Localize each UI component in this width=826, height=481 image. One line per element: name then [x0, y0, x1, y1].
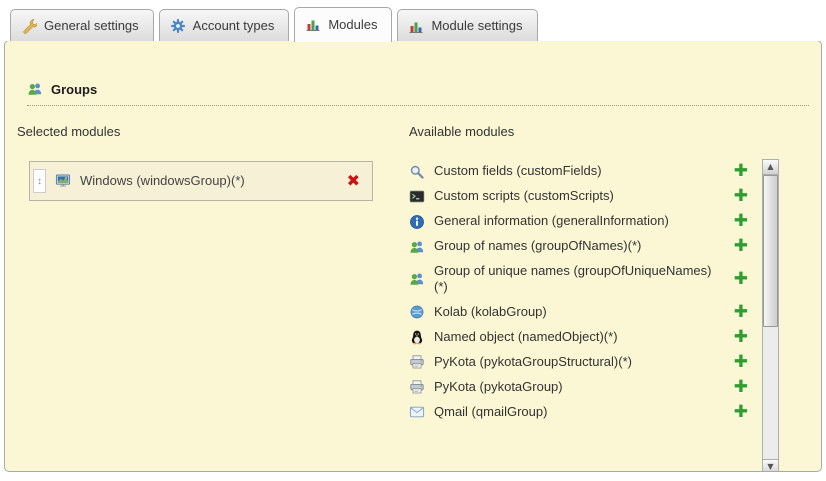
available-module-row: Custom fields (customFields) ✚ [407, 159, 762, 184]
module-label: Qmail (qmailGroup) [434, 404, 725, 420]
tab-label: Account types [193, 18, 275, 33]
available-module-row: PyKota (pykotaGroupStructural)(*) ✚ [407, 350, 762, 375]
tab-label: Modules [328, 17, 377, 32]
section-heading: Groups [27, 81, 809, 106]
available-module-row: General information (generalInformation)… [407, 209, 762, 234]
add-module-button[interactable]: ✚ [734, 238, 748, 255]
scrollbar-up-button[interactable]: ▲ [763, 160, 778, 175]
available-module-row: Group of names (groupOfNames)(*) ✚ [407, 234, 762, 259]
available-module-row: Kolab (kolabGroup) ✚ [407, 300, 762, 325]
available-module-row: PyKota (pykotaGroup) ✚ [407, 375, 762, 400]
group-icon [409, 271, 425, 287]
available-modules-area: Custom fields (customFields)✚Custom scri… [407, 159, 779, 472]
add-module-button[interactable]: ✚ [734, 304, 748, 321]
available-modules-heading: Available modules [409, 124, 779, 139]
modules-panel: Groups Selected modules ↕ Windows (window… [4, 40, 822, 472]
available-modules-list: Custom fields (customFields)✚Custom scri… [407, 159, 762, 472]
available-module-row: Named object (namedObject)(*) ✚ [407, 325, 762, 350]
module-label: Group of unique names (groupOfUniqueName… [434, 263, 725, 296]
selected-modules-list: ↕ Windows (windowsGroup)(*) ✖ [29, 161, 373, 201]
section-title: Groups [51, 82, 97, 97]
scrollbar-down-button[interactable]: ▼ [763, 459, 778, 472]
penguin-icon [409, 329, 425, 345]
add-module-button[interactable]: ✚ [734, 188, 748, 205]
group-icon [409, 239, 425, 255]
add-module-button[interactable]: ✚ [734, 213, 748, 230]
add-module-button[interactable]: ✚ [734, 379, 748, 396]
kolab-icon [409, 304, 425, 320]
account-types-icon [170, 18, 186, 34]
available-module-row: Qmail (qmailGroup) ✚ [407, 400, 762, 425]
tab-label: General settings [44, 18, 139, 33]
selected-module-row: ↕ Windows (windowsGroup)(*) ✖ [30, 162, 372, 200]
module-label: Named object (namedObject)(*) [434, 329, 725, 345]
module-label: Group of names (groupOfNames)(*) [434, 238, 725, 254]
printer-icon [409, 379, 425, 395]
wrench-icon [21, 18, 37, 34]
add-module-button[interactable]: ✚ [734, 329, 748, 346]
add-module-button[interactable]: ✚ [734, 271, 748, 288]
drag-handle-icon[interactable]: ↕ [33, 169, 46, 193]
module-label: General information (generalInformation) [434, 213, 725, 229]
selected-modules-column: Selected modules ↕ Windows (windowsGroup)… [15, 124, 407, 472]
terminal-icon [409, 189, 425, 205]
tab-bar: General settings Account types Modules M… [0, 0, 826, 41]
available-modules-column: Available modules Custom fields (customF… [407, 124, 811, 472]
tab-account-types[interactable]: Account types [159, 9, 290, 41]
module-label: Windows (windowsGroup)(*) [80, 173, 336, 189]
module-columns: Selected modules ↕ Windows (windowsGroup)… [15, 124, 811, 472]
printer-icon [409, 354, 425, 370]
add-module-button[interactable]: ✚ [734, 354, 748, 371]
tab-modules[interactable]: Modules [294, 7, 392, 42]
available-module-row: Custom scripts (customScripts) ✚ [407, 184, 762, 209]
modules-chart-icon [408, 18, 424, 34]
module-label: Custom scripts (customScripts) [434, 188, 725, 204]
modules-chart-icon [305, 16, 321, 32]
add-module-button[interactable]: ✚ [734, 404, 748, 421]
module-label: Kolab (kolabGroup) [434, 304, 725, 320]
scrollbar[interactable]: ▲ ▼ [762, 159, 779, 472]
magnifier-icon [409, 164, 425, 180]
scrollbar-track[interactable] [763, 175, 778, 459]
windows-icon [55, 173, 71, 189]
remove-module-button[interactable]: ✖ [345, 173, 362, 189]
group-icon [27, 81, 43, 97]
module-label: Custom fields (customFields) [434, 163, 725, 179]
available-module-row: Group of unique names (groupOfUniqueName… [407, 259, 762, 300]
selected-modules-heading: Selected modules [17, 124, 407, 139]
mail-icon [409, 404, 425, 420]
add-module-button[interactable]: ✚ [734, 163, 748, 180]
tab-label: Module settings [431, 18, 522, 33]
module-label: PyKota (pykotaGroupStructural)(*) [434, 354, 725, 370]
tab-general-settings[interactable]: General settings [10, 9, 154, 41]
scrollbar-thumb[interactable] [763, 175, 778, 327]
tab-module-settings[interactable]: Module settings [397, 9, 537, 41]
module-label: PyKota (pykotaGroup) [434, 379, 725, 395]
info-icon [409, 214, 425, 230]
